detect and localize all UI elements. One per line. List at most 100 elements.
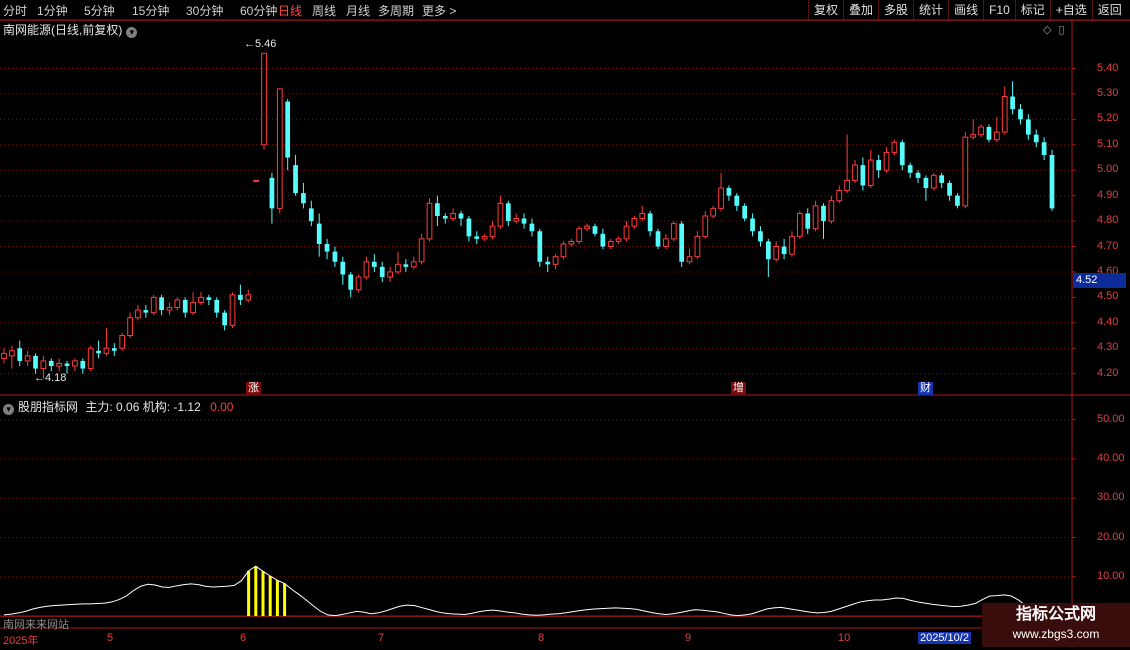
indicator-tick-label: 50.00 [1097, 412, 1125, 425]
candle-body [293, 165, 298, 194]
candle-body [812, 205, 819, 230]
candle-body [962, 136, 969, 207]
current-price-tag: 4.52 [1073, 273, 1126, 288]
candle-body [600, 233, 606, 247]
date-axis-label: 2025年 [3, 635, 39, 647]
candle-body [773, 246, 780, 260]
candle-body [1025, 119, 1031, 135]
layout-icon[interactable]: ▯ [1059, 24, 1065, 36]
indicator-title[interactable]: ▾ 股朋指标网 主力: 0.06 机构: -1.12 0.00 [3, 398, 233, 415]
price-tick-label: 5.00 [1097, 163, 1119, 176]
indicator-tick-label: 30.00 [1097, 491, 1125, 504]
candle-body [33, 355, 38, 369]
candle-body [127, 317, 133, 337]
candle-body [301, 193, 306, 204]
candle-body [363, 261, 370, 278]
candle-body [694, 235, 701, 258]
watermark-title: 指标公式网 [1015, 606, 1096, 623]
candle-body [836, 190, 843, 202]
candle-body [576, 228, 583, 242]
candle-body [529, 223, 535, 232]
event-tag-zeng[interactable]: 增 [731, 382, 746, 395]
date-axis-label: 5 [107, 632, 114, 644]
candle-body [545, 261, 551, 265]
diamond-icon[interactable]: ◇ [1043, 24, 1051, 36]
candle-body [915, 172, 921, 178]
chevron-down-icon[interactable]: ▾ [126, 27, 138, 38]
indicator-tick-label: 40.00 [1097, 451, 1125, 464]
price-tick-label: 5.10 [1097, 137, 1119, 150]
candle-body [607, 240, 614, 248]
price-tick-label: 4.80 [1097, 214, 1119, 227]
min-price-label: ←4.18 [34, 372, 67, 384]
candle-body [796, 212, 803, 237]
candle-body [348, 274, 354, 290]
candle-body [899, 142, 905, 166]
indicator-bar [247, 570, 251, 617]
indicator-line [3, 565, 1041, 617]
candle-body [710, 207, 717, 217]
candle-body [702, 215, 709, 237]
candle-body [623, 225, 630, 240]
candle-body [939, 175, 945, 183]
candle-body [450, 212, 457, 220]
candle-body [245, 294, 252, 301]
price-tick-label: 4.90 [1097, 188, 1119, 201]
candle-body [166, 307, 173, 311]
candle-body [379, 266, 385, 278]
candles-group [1, 52, 1055, 379]
candle-body [639, 212, 646, 220]
candle-body [316, 223, 322, 244]
candle-body [103, 347, 110, 354]
candle-body [1001, 95, 1008, 133]
candle-body [340, 261, 346, 275]
current-date-label: 2025/10/2 [918, 632, 971, 644]
candle-body [647, 213, 653, 232]
site-watermark: 指标公式网 www.zbgs3.com [982, 603, 1130, 647]
candle-body [986, 127, 992, 140]
candle-body [426, 202, 433, 240]
event-tag-cai[interactable]: 财 [918, 382, 933, 395]
candle-body [758, 231, 763, 242]
max-price-label: ←5.46 [244, 38, 277, 50]
main-chart-title[interactable]: 南网能源(日线,前复权) ▾ [3, 21, 138, 38]
candle-body [789, 235, 795, 255]
kline-chart[interactable] [0, 0, 1130, 650]
candle-body [285, 101, 291, 158]
candle-body [308, 208, 314, 222]
indicator-bar [268, 576, 272, 617]
candle-body [765, 241, 771, 260]
date-axis-label: 8 [538, 632, 545, 644]
candle-body [1010, 96, 1015, 110]
candle-body [592, 226, 598, 234]
event-tag-zhang[interactable]: 涨 [246, 382, 261, 395]
indicator-values: 主力: 0.06 机构: -1.12 [85, 400, 201, 414]
candle-body [214, 299, 220, 313]
chevron-down-icon[interactable]: ▾ [3, 404, 14, 415]
price-tick-label: 4.70 [1097, 239, 1119, 252]
candle-body [828, 200, 835, 222]
candle-body [781, 246, 787, 255]
watermark-url: www.zbgs3.com [1012, 627, 1100, 641]
candle-body [537, 231, 543, 262]
candle-body [150, 296, 157, 314]
candle-body [96, 350, 101, 354]
candle-body [143, 310, 149, 313]
candle-body [923, 177, 929, 189]
candle-body [229, 294, 236, 326]
candle-body [403, 264, 409, 267]
candle-body [505, 203, 511, 222]
candle-body [182, 299, 188, 313]
candle-body [395, 263, 401, 273]
date-axis-label: 7 [378, 632, 385, 644]
candle-body [750, 218, 755, 232]
candle-body [48, 360, 54, 367]
candle-body [474, 236, 480, 239]
candle-body [481, 235, 488, 240]
candle-body [17, 348, 23, 361]
candle-body [670, 223, 677, 240]
candle-body [9, 350, 15, 357]
candle-body [111, 348, 117, 351]
date-axis-label: 9 [685, 632, 692, 644]
candle-body [387, 271, 393, 278]
